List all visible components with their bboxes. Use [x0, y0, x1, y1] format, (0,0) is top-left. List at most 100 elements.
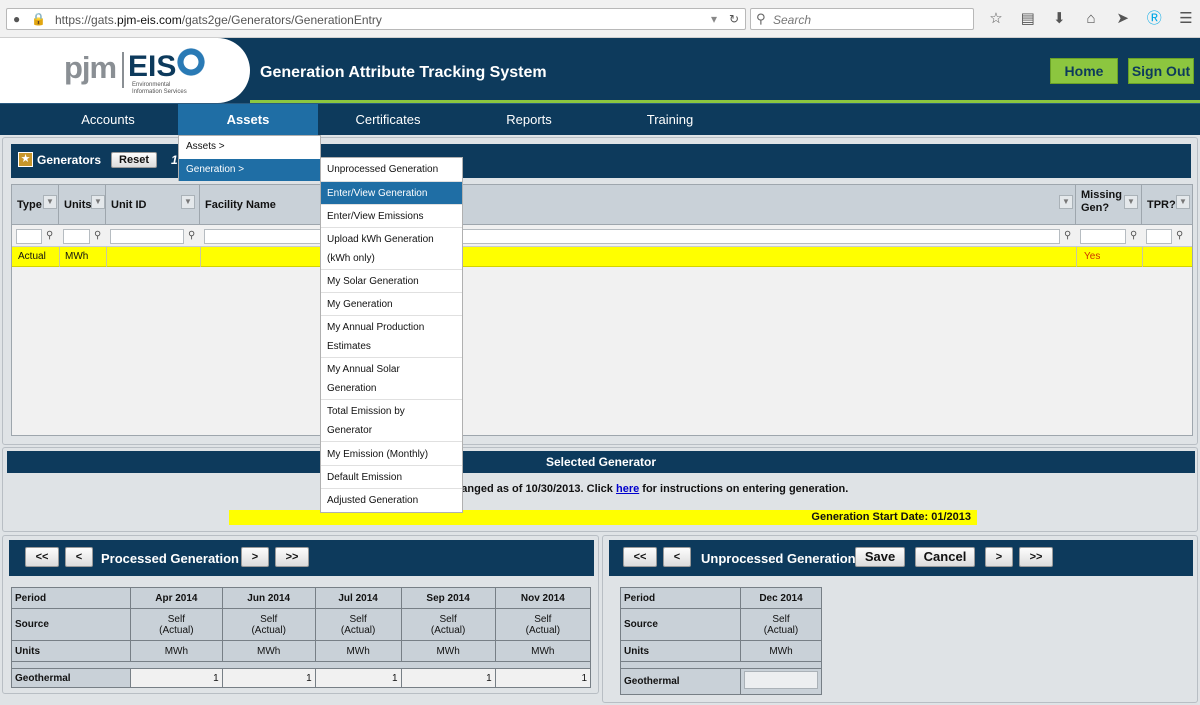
- prev-page-button[interactable]: <: [65, 547, 93, 567]
- col-unit-id[interactable]: Unit ID ▼: [106, 185, 200, 225]
- start-date-text: Generation Start Date: 01/2013: [811, 511, 971, 523]
- download-icon[interactable]: ⬇: [1047, 9, 1071, 29]
- menu-total-emission-by-generator[interactable]: Total Emission by Generator: [321, 400, 462, 442]
- cancel-button[interactable]: Cancel: [915, 547, 975, 567]
- menu-enter-view-generation[interactable]: Enter/View Generation: [321, 182, 462, 205]
- sun-logo-icon: [174, 45, 208, 79]
- nav-assets[interactable]: Assets: [178, 104, 318, 135]
- col-tpr[interactable]: TPR? ▼: [1142, 185, 1192, 225]
- next-page-button[interactable]: >: [241, 547, 269, 567]
- cell-missing-gen: Yes: [1084, 251, 1101, 262]
- label-period: Period: [11, 587, 131, 609]
- table-row[interactable]: Actual MWh Yes: [12, 247, 1192, 267]
- prev-page-button[interactable]: <: [663, 547, 691, 567]
- star-icon[interactable]: ☆: [984, 9, 1008, 29]
- logo-subtitle: Environmental Information Services: [132, 82, 187, 95]
- generation-submenu: Unprocessed Generation Enter/View Genera…: [320, 157, 463, 513]
- menu-unprocessed-generation[interactable]: Unprocessed Generation: [321, 158, 462, 182]
- assets-dropdown: Assets > Generation >: [178, 135, 321, 181]
- address-bar[interactable]: ● 🔒 https://gats.pjm-eis.com/gats2ge/Gen…: [6, 8, 746, 30]
- chevron-down-icon[interactable]: ▼: [1059, 195, 1073, 209]
- label-units: Units: [11, 640, 131, 662]
- menu-my-generation[interactable]: My Generation: [321, 293, 462, 316]
- unprocessed-generation-panel: << < Unprocessed Generation Save Cancel …: [602, 535, 1198, 703]
- menu-icon[interactable]: ☰: [1174, 9, 1198, 29]
- cell-divider: [1142, 247, 1143, 267]
- instructions-link[interactable]: here: [616, 483, 639, 495]
- logo-eis: EIS: [128, 50, 177, 83]
- menu-annual-production-estimates[interactable]: My Annual Production Estimates: [321, 316, 462, 358]
- menu-item-assets[interactable]: Assets >: [179, 136, 320, 158]
- col-missing-gen[interactable]: Missing Gen? ▼: [1076, 185, 1142, 225]
- chevron-down-icon[interactable]: ▼: [1124, 195, 1138, 209]
- menu-item-generation[interactable]: Generation >: [179, 159, 320, 181]
- nav-accounts[interactable]: Accounts: [38, 104, 178, 135]
- filter-units-input[interactable]: [63, 229, 90, 244]
- unprocessed-header: << < Unprocessed Generation Save Cancel …: [609, 540, 1193, 576]
- menu-enter-view-emissions[interactable]: Enter/View Emissions: [321, 205, 462, 228]
- sign-out-button[interactable]: Sign Out: [1128, 58, 1194, 84]
- period-header: Sep 2014: [400, 587, 496, 609]
- generators-title: Generators: [37, 153, 102, 167]
- period-header: Jul 2014: [314, 587, 402, 609]
- filter-missing-input[interactable]: [1080, 229, 1126, 244]
- menu-upload-kwh-generation[interactable]: Upload kWh Generation (kWh only): [321, 228, 462, 270]
- filter-icon[interactable]: ⚲: [1130, 230, 1137, 241]
- last-page-button[interactable]: >>: [1019, 547, 1053, 567]
- filter-icon[interactable]: ⚲: [1176, 230, 1183, 241]
- chevron-down-icon[interactable]: ▼: [43, 195, 57, 209]
- reload-icon[interactable]: ↻: [729, 12, 739, 26]
- period-header: Dec 2014: [740, 587, 822, 609]
- chevron-down-icon[interactable]: ▼: [1176, 195, 1190, 209]
- cell-divider: [200, 247, 201, 267]
- col-type[interactable]: Type ▼: [12, 185, 59, 225]
- menu-adjusted-generation[interactable]: Adjusted Generation: [321, 489, 462, 512]
- menu-my-emission-monthly[interactable]: My Emission (Monthly): [321, 442, 462, 466]
- reset-button[interactable]: Reset: [111, 152, 157, 168]
- filter-type-input[interactable]: [16, 229, 42, 244]
- chevron-down-icon[interactable]: ▼: [181, 195, 195, 209]
- last-page-button[interactable]: >>: [275, 547, 309, 567]
- dropdown-arrow-icon[interactable]: ▾: [711, 12, 717, 26]
- logo-area[interactable]: pjm EIS Environmental Information Servic…: [0, 38, 250, 103]
- selected-generator-panel: Selected Generator ranged as of 10/30/20…: [2, 447, 1198, 532]
- units-cell: MWh: [130, 640, 223, 662]
- next-page-button[interactable]: >: [985, 547, 1013, 567]
- period-header: Apr 2014: [130, 587, 223, 609]
- geothermal-input[interactable]: [744, 671, 818, 689]
- source-cell: Self (Actual): [740, 608, 822, 641]
- filter-tpr-input[interactable]: [1146, 229, 1172, 244]
- filter-unit-id-input[interactable]: [110, 229, 184, 244]
- filter-icon[interactable]: ⚲: [94, 230, 101, 241]
- favorite-star-icon[interactable]: ★: [18, 152, 33, 167]
- search-icon: ⚲: [756, 11, 766, 26]
- cell-units: MWh: [65, 251, 89, 262]
- filter-icon[interactable]: ⚲: [188, 230, 195, 241]
- menu-my-solar-generation[interactable]: My Solar Generation: [321, 270, 462, 293]
- menu-annual-solar-generation[interactable]: My Annual Solar Generation: [321, 358, 462, 400]
- home-button[interactable]: Home: [1050, 58, 1118, 84]
- nav-training[interactable]: Training: [600, 104, 740, 135]
- nav-certificates[interactable]: Certificates: [318, 104, 458, 135]
- lock-icon[interactable]: 🔒: [31, 12, 46, 26]
- menu-default-emission[interactable]: Default Emission: [321, 466, 462, 489]
- search-bar[interactable]: ⚲ Search: [750, 8, 974, 30]
- label-geothermal: Geothermal: [11, 668, 131, 688]
- chevron-down-icon[interactable]: ▼: [91, 195, 105, 209]
- geothermal-value: 1: [130, 668, 223, 688]
- send-icon[interactable]: ➤: [1111, 9, 1135, 29]
- unprocessed-table: Period Dec 2014 Source Self (Actual) Unit…: [620, 587, 822, 695]
- geothermal-value: 1: [494, 668, 592, 688]
- filter-row: ⚲ ⚲ ⚲ ⚲ ⚲ ⚲: [12, 225, 1192, 247]
- nav-reports[interactable]: Reports: [459, 104, 599, 135]
- save-button[interactable]: Save: [855, 547, 905, 567]
- source-cell: Self (Actual): [130, 608, 223, 641]
- col-units[interactable]: Units ▼: [59, 185, 106, 225]
- reading-list-icon[interactable]: ▤: [1016, 9, 1040, 29]
- first-page-button[interactable]: <<: [623, 547, 657, 567]
- first-page-button[interactable]: <<: [25, 547, 59, 567]
- home-icon[interactable]: ⌂: [1079, 9, 1103, 29]
- skype-icon[interactable]: Ⓡ: [1142, 9, 1166, 29]
- filter-icon[interactable]: ⚲: [46, 230, 53, 241]
- filter-icon[interactable]: ⚲: [1064, 230, 1071, 241]
